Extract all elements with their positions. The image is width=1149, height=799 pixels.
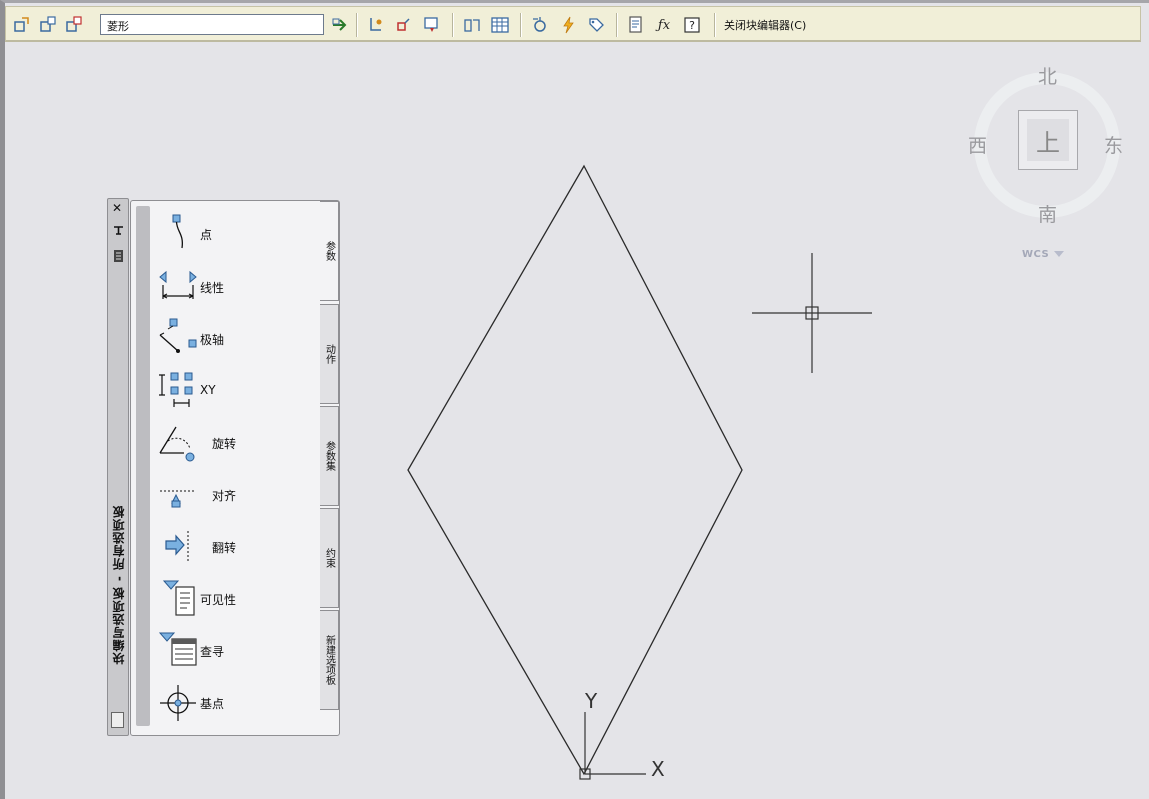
drawing-canvas[interactable]: Y X xyxy=(0,0,1149,799)
ucs-x-label: X xyxy=(651,757,665,781)
crosshair-cursor xyxy=(752,253,872,373)
ucs-y-label: Y xyxy=(584,689,598,713)
ucs-icon xyxy=(579,712,646,780)
rhombus-shape[interactable] xyxy=(407,164,743,776)
